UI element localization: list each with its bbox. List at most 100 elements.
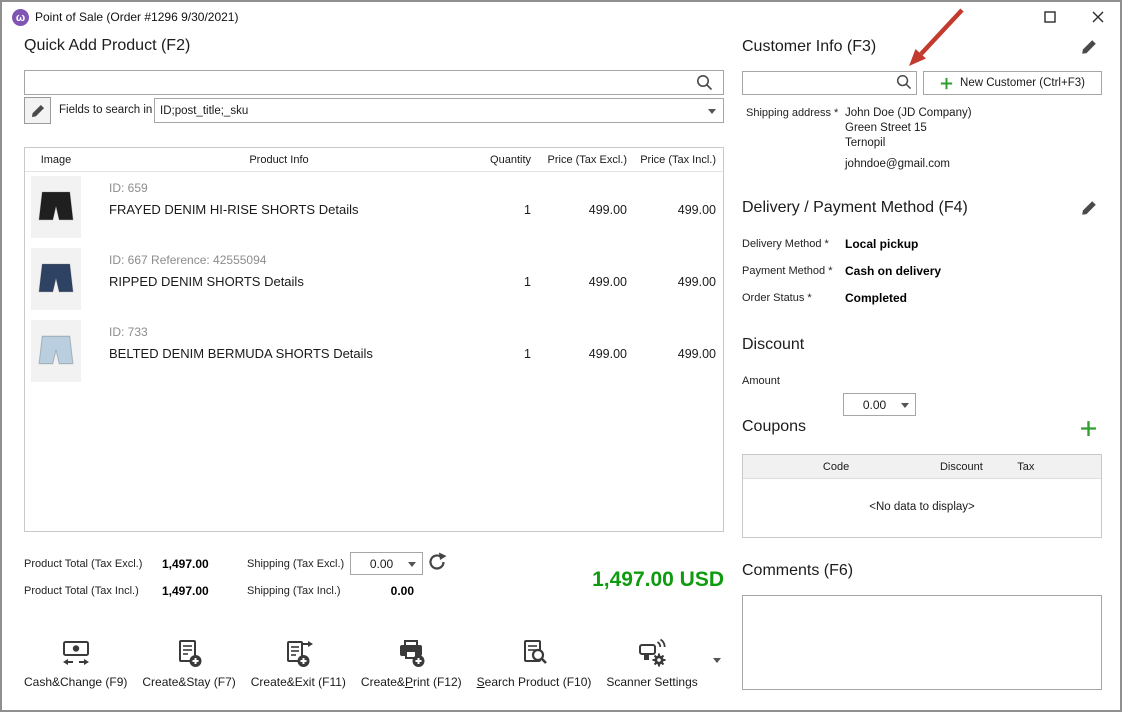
quantity-value[interactable]: 1 <box>471 172 531 244</box>
button-label: Cash&Change (F9) <box>24 675 127 689</box>
new-customer-button[interactable]: New Customer (Ctrl+F3) <box>923 71 1102 95</box>
product-total-excl-value: 1,497.00 <box>162 557 209 571</box>
coupons-title: Coupons <box>742 418 806 436</box>
close-button[interactable] <box>1083 4 1113 30</box>
cash-exchange-icon <box>60 636 92 672</box>
button-label: Create&Stay (F7) <box>142 675 235 689</box>
shipping-incl-label: Shipping (Tax Incl.) <box>247 585 341 597</box>
product-id: ID: 659 <box>109 181 471 195</box>
product-id: ID: 733 <box>109 325 471 339</box>
shipping-excl-value: 0.00 <box>370 557 393 571</box>
title-bar: ω Point of Sale (Order #1296 9/30/2021) <box>2 2 1120 32</box>
customer-search-input[interactable] <box>742 71 917 95</box>
product-thumbnail <box>31 248 81 310</box>
quantity-value[interactable]: 1 <box>471 316 531 388</box>
product-details-link[interactable]: Details <box>264 274 304 289</box>
product-search-input[interactable] <box>24 70 724 95</box>
address-line: Green Street 15 <box>845 121 972 136</box>
app-logo-icon: ω <box>12 9 29 26</box>
product-thumbnail <box>31 320 81 382</box>
fields-to-search-label: Fields to search in <box>59 104 152 116</box>
maximize-button[interactable] <box>1035 4 1065 30</box>
comments-textarea[interactable] <box>742 595 1102 690</box>
search-fields-dropdown[interactable]: ID;post_title;_sku <box>154 98 724 123</box>
address-line: Ternopil <box>845 136 972 151</box>
edit-customer-button[interactable] <box>1080 38 1098 61</box>
coupon-col-tax: Tax <box>994 461 1058 473</box>
discount-amount-dropdown[interactable]: 0.00 <box>843 393 916 416</box>
document-search-icon <box>518 636 550 672</box>
edit-delivery-button[interactable] <box>1080 199 1098 222</box>
pencil-icon <box>30 103 46 119</box>
shipping-address-label: Shipping address * <box>746 107 838 119</box>
chevron-down-icon <box>408 562 416 567</box>
price-incl-value: 499.00 <box>627 244 723 316</box>
col-header-image: Image <box>25 154 87 166</box>
product-name: RIPPED DENIM SHORTS <box>109 274 260 289</box>
product-id: ID: 667 Reference: 42555094 <box>109 253 471 267</box>
add-coupon-button[interactable] <box>1080 420 1097 442</box>
shipping-address-value: John Doe (JD Company) Green Street 15 Te… <box>845 106 972 151</box>
order-status-label: Order Status * <box>742 292 812 304</box>
maximize-icon <box>1044 11 1056 23</box>
create-and-stay-button[interactable]: Create&Stay (F7) <box>142 636 235 689</box>
table-row[interactable]: ID: 733 BELTED DENIM BERMUDA SHORTS Deta… <box>25 316 723 388</box>
table-row[interactable]: ID: 667 Reference: 42555094 RIPPED DENIM… <box>25 244 723 316</box>
table-row[interactable]: ID: 659 FRAYED DENIM HI-RISE SHORTS Deta… <box>25 172 723 244</box>
create-and-exit-button[interactable]: Create&Exit (F11) <box>251 636 346 689</box>
grand-total: 1,497.00 USD <box>462 568 724 592</box>
scanner-settings-menu-caret[interactable] <box>713 658 721 663</box>
delivery-method-label: Delivery Method * <box>742 238 829 250</box>
pencil-icon <box>1080 38 1098 56</box>
create-and-print-button[interactable]: Create&Print (F12) <box>361 636 462 689</box>
search-product-button[interactable]: Search Product (F10) <box>477 636 592 689</box>
shipping-excl-label: Shipping (Tax Excl.) <box>247 558 344 570</box>
table-header-row: Image Product Info Quantity Price (Tax E… <box>25 148 723 172</box>
discount-title: Discount <box>742 336 804 354</box>
product-details-link[interactable]: Details <box>319 202 359 217</box>
discount-amount-label: Amount <box>742 375 780 387</box>
refresh-icon <box>427 552 447 572</box>
price-excl-value: 499.00 <box>531 244 627 316</box>
payment-method-value: Cash on delivery <box>845 264 941 278</box>
new-customer-label: New Customer (Ctrl+F3) <box>960 77 1085 89</box>
payment-method-label: Payment Method * <box>742 265 833 277</box>
price-excl-value: 499.00 <box>531 316 627 388</box>
coupons-table-header: Code Discount Tax <box>743 455 1101 479</box>
product-total-excl-label: Product Total (Tax Excl.) <box>24 558 142 570</box>
close-icon <box>1092 11 1104 23</box>
address-line: John Doe (JD Company) <box>845 106 972 121</box>
button-label: Create&Exit (F11) <box>251 675 346 689</box>
quantity-value[interactable]: 1 <box>471 244 531 316</box>
refresh-shipping-button[interactable] <box>427 552 447 577</box>
plus-icon <box>1080 420 1097 437</box>
edit-search-fields-button[interactable] <box>24 97 51 124</box>
col-header-quantity: Quantity <box>471 154 531 166</box>
discount-amount-value: 0.00 <box>863 398 886 412</box>
pos-window: ω Point of Sale (Order #1296 9/30/2021) … <box>0 0 1122 712</box>
shipping-incl-value: 0.00 <box>350 584 414 598</box>
chevron-down-icon <box>901 403 909 408</box>
document-exit-plus-icon <box>282 636 314 672</box>
product-total-incl-value: 1,497.00 <box>162 584 209 598</box>
customer-search-icon[interactable] <box>896 74 912 95</box>
shipping-excl-dropdown[interactable]: 0.00 <box>350 552 423 575</box>
printer-plus-icon <box>395 636 427 672</box>
cash-and-change-button[interactable]: Cash&Change (F9) <box>24 636 127 689</box>
product-details-link[interactable]: Details <box>333 346 373 361</box>
button-label: Scanner Settings <box>606 675 697 689</box>
col-header-price-excl: Price (Tax Excl.) <box>531 154 627 166</box>
search-fields-value: ID;post_title;_sku <box>160 105 248 117</box>
scanner-settings-button[interactable]: Scanner Settings <box>606 636 697 689</box>
delivery-payment-title: Delivery / Payment Method (F4) <box>742 199 968 217</box>
quick-add-title: Quick Add Product (F2) <box>24 37 190 55</box>
button-label: Create& <box>361 675 405 689</box>
customer-email: johndoe@gmail.com <box>845 158 950 170</box>
chevron-down-icon <box>708 109 716 114</box>
order-items-table: Image Product Info Quantity Price (Tax E… <box>24 147 724 532</box>
comments-title: Comments (F6) <box>742 562 853 580</box>
price-incl-value: 499.00 <box>627 316 723 388</box>
product-search-icon[interactable] <box>696 74 713 96</box>
coupons-empty-message: <No data to display> <box>743 501 1101 513</box>
coupons-table: Code Discount Tax <No data to display> <box>742 454 1102 538</box>
